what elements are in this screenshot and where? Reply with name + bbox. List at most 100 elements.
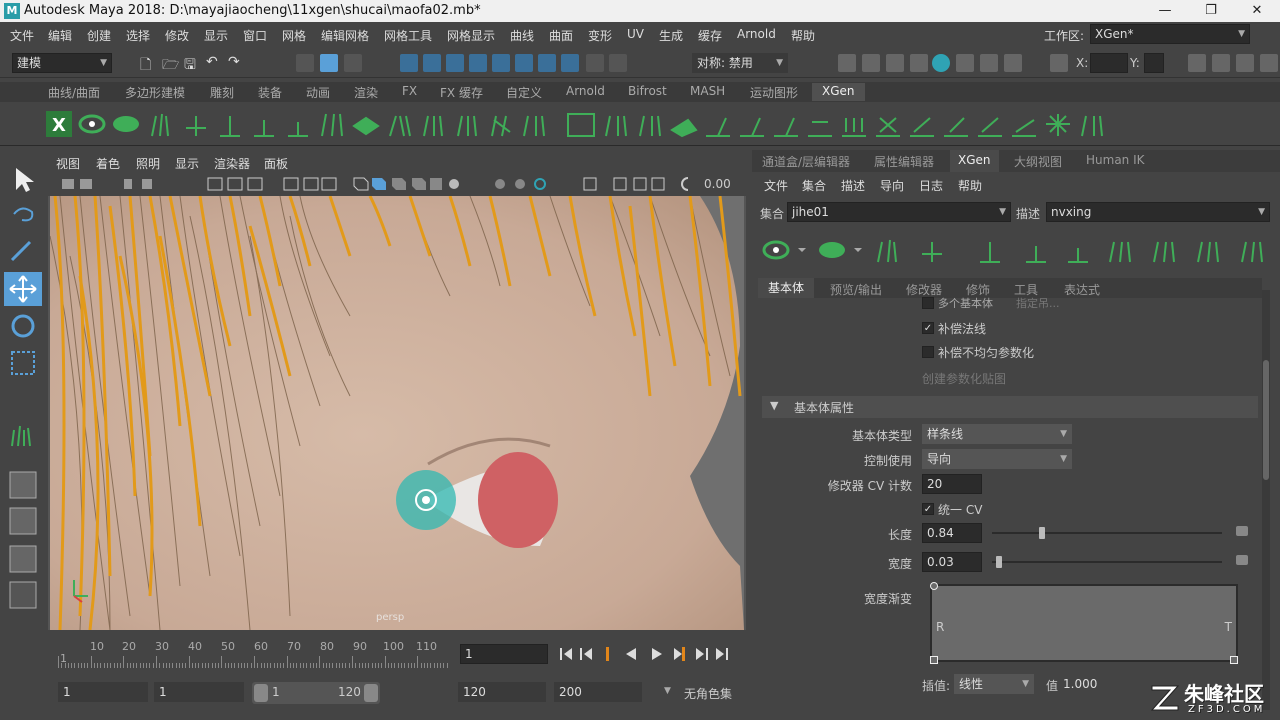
arnold-render-icon[interactable]: [956, 54, 974, 72]
menu-window[interactable]: 窗口: [243, 27, 267, 44]
uniform-cv-checkbox[interactable]: ✓: [922, 503, 934, 515]
subtab-modifiers[interactable]: 修改器: [906, 281, 942, 298]
render-view-icon[interactable]: [932, 54, 950, 72]
ipr-stop-icon[interactable]: [980, 54, 998, 72]
lock-icon[interactable]: [586, 54, 604, 72]
modeling-toolkit-icon[interactable]: [1188, 54, 1206, 72]
snap-surface-icon[interactable]: [492, 54, 510, 72]
mode-dropdown[interactable]: 建模 ▼: [12, 53, 112, 73]
minimize-button[interactable]: —: [1142, 0, 1188, 22]
xgen-menu-collection[interactable]: 集合: [802, 177, 826, 194]
menu-deform[interactable]: 变形: [588, 27, 612, 44]
interp-dropdown[interactable]: 线性 ▼: [954, 674, 1034, 694]
menu-mesh-display[interactable]: 网格显示: [447, 27, 495, 44]
menu-cache[interactable]: 缓存: [698, 27, 722, 44]
render-frame-icon[interactable]: [838, 54, 856, 72]
ramp-key-bottom-right[interactable]: [1230, 656, 1238, 664]
description-dropdown[interactable]: nvxing ▼: [1046, 202, 1270, 222]
snap-edge-icon[interactable]: [515, 54, 533, 72]
anim-end-field[interactable]: 200: [554, 682, 642, 702]
tab-outliner[interactable]: 大纲视图: [1014, 153, 1062, 170]
select-hierarchy-icon[interactable]: [296, 54, 314, 72]
x-coordinate-field[interactable]: [1090, 53, 1128, 73]
shelf-tab-sculpt[interactable]: 雕刻: [210, 84, 234, 101]
char-set-dropdown-icon[interactable]: ▼: [664, 686, 671, 696]
range-end-handle[interactable]: [364, 684, 378, 702]
value-field[interactable]: 1.000: [1058, 674, 1104, 694]
menu-curves[interactable]: 曲线: [510, 27, 534, 44]
menu-file[interactable]: 文件: [10, 27, 34, 44]
shelf-tab-motion-graphics[interactable]: 运动图形: [750, 84, 798, 101]
xgen-menu-log[interactable]: 日志: [919, 177, 943, 194]
pause-icon[interactable]: [1004, 54, 1022, 72]
cv-count-field[interactable]: 20: [922, 474, 982, 494]
length-map-icon[interactable]: [1236, 526, 1248, 536]
width-field[interactable]: 0.03: [922, 552, 982, 572]
redo-icon[interactable]: ↷: [228, 54, 240, 70]
subtab-expressions[interactable]: 表达式: [1064, 281, 1100, 298]
menu-mesh-tools[interactable]: 网格工具: [384, 27, 432, 44]
snap-view-icon[interactable]: [469, 54, 487, 72]
tab-human-ik[interactable]: Human IK: [1086, 153, 1145, 167]
tab-channel-box[interactable]: 通道盒/层编辑器: [762, 153, 850, 170]
menu-edit-mesh[interactable]: 编辑网格: [321, 27, 369, 44]
vp-menu-show[interactable]: 显示: [175, 155, 199, 172]
current-frame-field[interactable]: 1: [460, 644, 548, 664]
create-param-map-button[interactable]: 创建参数化贴图: [922, 370, 1006, 387]
shelf-tab-animation[interactable]: 动画: [306, 84, 330, 101]
viewport-3d-scene[interactable]: persp: [50, 196, 744, 630]
ipr-render-icon[interactable]: [862, 54, 880, 72]
y-coordinate-field[interactable]: [1144, 53, 1164, 73]
menu-arnold[interactable]: Arnold: [737, 27, 776, 41]
subtab-primitives[interactable]: 基本体: [758, 278, 815, 298]
close-button[interactable]: ✕: [1234, 0, 1280, 22]
shelf-tab-curves[interactable]: 曲线/曲面: [48, 84, 100, 101]
xgen-menu-file[interactable]: 文件: [764, 177, 788, 194]
exposure-value[interactable]: 0.00: [704, 177, 731, 191]
hypershade-icon[interactable]: [910, 54, 928, 72]
playback-controls[interactable]: [556, 644, 738, 664]
shelf-tab-poly[interactable]: 多边形建模: [125, 84, 185, 101]
length-slider-handle[interactable]: [1039, 527, 1045, 539]
snap-curve-icon[interactable]: [423, 54, 441, 72]
anim-start-field[interactable]: 1: [154, 682, 244, 702]
tab-xgen[interactable]: XGen: [950, 150, 999, 172]
start-time-field[interactable]: 1: [58, 682, 148, 702]
snap-point-icon[interactable]: [446, 54, 464, 72]
primitive-type-dropdown[interactable]: 样条线 ▼: [922, 424, 1072, 444]
vp-menu-shading[interactable]: 着色: [96, 155, 120, 172]
width-map-icon[interactable]: [1236, 555, 1248, 565]
history-icon[interactable]: [609, 54, 627, 72]
select-object-icon[interactable]: [320, 54, 338, 72]
maximize-button[interactable]: ❐: [1188, 0, 1234, 22]
shelf-tab-fx-cache[interactable]: FX 缓存: [440, 84, 483, 101]
shelf-tab-arnold[interactable]: Arnold: [566, 84, 605, 98]
end-time-field[interactable]: 120: [458, 682, 546, 702]
menu-generate[interactable]: 生成: [659, 27, 683, 44]
menu-display[interactable]: 显示: [204, 27, 228, 44]
menu-create[interactable]: 创建: [87, 27, 111, 44]
vp-menu-renderer[interactable]: 渲染器: [214, 155, 250, 172]
open-scene-icon[interactable]: 🗁: [162, 54, 179, 78]
shelf-tab-xgen[interactable]: XGen: [812, 83, 865, 101]
width-ramp-editor[interactable]: R T: [930, 582, 1238, 664]
primitive-attributes-section[interactable]: ▼ 基本体属性: [762, 396, 1258, 418]
tool-settings-toggle-icon[interactable]: [1236, 54, 1254, 72]
attribute-editor-toggle-icon[interactable]: [1212, 54, 1230, 72]
snap-vertex-icon[interactable]: [538, 54, 556, 72]
xgen-panel-toolbar[interactable]: [752, 230, 1280, 272]
range-start-handle[interactable]: [254, 684, 268, 702]
length-field[interactable]: 0.84: [922, 523, 982, 543]
viewport-toolbar-icons[interactable]: [48, 172, 688, 196]
snap-grid-icon[interactable]: [400, 54, 418, 72]
transform-constraints-icon[interactable]: [1050, 54, 1068, 72]
shelf-tab-rigging[interactable]: 装备: [258, 84, 282, 101]
vp-menu-lighting[interactable]: 照明: [136, 155, 160, 172]
menu-help[interactable]: 帮助: [791, 27, 815, 44]
symmetry-dropdown[interactable]: 对称: 禁用 ▼: [692, 53, 788, 73]
menu-surfaces[interactable]: 曲面: [549, 27, 573, 44]
width-slider-handle[interactable]: [996, 556, 1002, 568]
control-dropdown[interactable]: 导向 ▼: [922, 449, 1072, 469]
xgen-shelf-icons[interactable]: X: [0, 102, 1280, 146]
vp-menu-view[interactable]: 视图: [56, 155, 80, 172]
